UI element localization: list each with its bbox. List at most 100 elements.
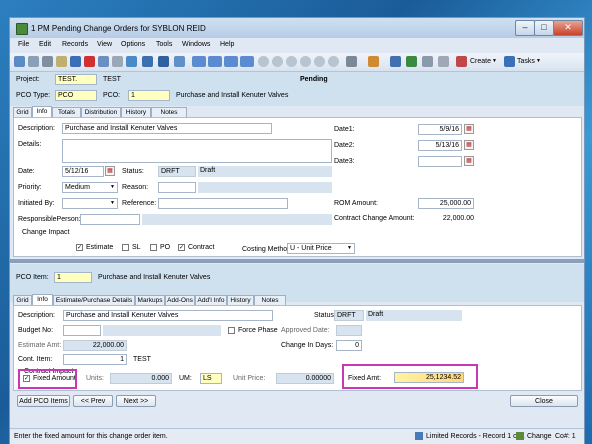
attach-icon[interactable] bbox=[126, 56, 137, 67]
minimize-button[interactable]: – bbox=[515, 20, 535, 36]
paste-icon[interactable] bbox=[112, 56, 123, 67]
menu-tools[interactable]: Tools bbox=[156, 41, 172, 48]
description-field[interactable]: Purchase and Install Kenuter Valves bbox=[62, 123, 272, 134]
date1-field[interactable]: 5/9/16 bbox=[418, 124, 462, 135]
item-status-code[interactable]: DRFT bbox=[334, 310, 364, 321]
splitter[interactable] bbox=[10, 259, 584, 263]
edit-icon[interactable] bbox=[14, 56, 25, 67]
add-pco-items-button[interactable]: Add PCO Items bbox=[17, 395, 70, 407]
preview-icon[interactable] bbox=[158, 56, 169, 67]
reason-field[interactable] bbox=[158, 182, 196, 193]
report-icon[interactable] bbox=[390, 56, 401, 67]
copy-icon[interactable] bbox=[98, 56, 109, 67]
close-button[interactable]: Close bbox=[510, 395, 578, 407]
calendar-icon[interactable]: ▦ bbox=[464, 124, 474, 134]
save-icon[interactable] bbox=[70, 56, 81, 67]
cont-item-description: TEST bbox=[133, 356, 151, 363]
tools-icon[interactable] bbox=[422, 56, 433, 67]
window-icon[interactable] bbox=[192, 56, 206, 67]
tab-markups[interactable]: Markups bbox=[135, 295, 165, 305]
details-field[interactable] bbox=[62, 139, 332, 163]
menu-records[interactable]: Records bbox=[62, 41, 88, 48]
chevron-down-icon[interactable]: ▼ bbox=[492, 58, 497, 64]
tasks-button[interactable]: Tasks bbox=[517, 58, 535, 65]
estimate-checkbox[interactable]: ✓ bbox=[76, 244, 83, 251]
tab-totals[interactable]: Totals bbox=[52, 107, 81, 117]
change-icon bbox=[516, 432, 524, 440]
tab-history[interactable]: History bbox=[227, 295, 254, 305]
close-window-button[interactable]: ✕ bbox=[553, 20, 583, 36]
notes-icon[interactable] bbox=[406, 56, 417, 67]
contract-checkbox[interactable]: ✓ bbox=[178, 244, 185, 251]
tab-add-ons[interactable]: Add-Ons bbox=[165, 295, 195, 305]
date-field[interactable]: 5/12/16 bbox=[62, 166, 104, 177]
menu-file[interactable]: File bbox=[18, 41, 29, 48]
tab-distribution[interactable]: Distribution bbox=[81, 107, 121, 117]
pco-item-field[interactable]: 1 bbox=[54, 272, 92, 283]
create-button[interactable]: Create bbox=[470, 58, 491, 65]
tab-estimate-purchase-details[interactable]: Estimate/Purchase Details bbox=[53, 295, 135, 305]
tab-addl-info[interactable]: Add'l Info bbox=[195, 295, 227, 305]
window-icon[interactable] bbox=[208, 56, 222, 67]
chart-icon[interactable] bbox=[368, 56, 379, 67]
menu-windows[interactable]: Windows bbox=[182, 41, 210, 48]
tab-notes[interactable]: Notes bbox=[254, 295, 286, 305]
responsible-person-field[interactable] bbox=[80, 214, 140, 225]
menu-view[interactable]: View bbox=[97, 41, 112, 48]
prev-record-icon[interactable] bbox=[272, 56, 283, 67]
find-icon[interactable] bbox=[28, 56, 39, 67]
maximize-button[interactable]: □ bbox=[534, 20, 554, 36]
next-button[interactable]: Next >> bbox=[116, 395, 156, 407]
date3-field[interactable] bbox=[418, 156, 462, 167]
first-record-icon[interactable] bbox=[258, 56, 269, 67]
tab-grid[interactable]: Grid bbox=[13, 295, 32, 305]
next-record-icon[interactable] bbox=[286, 56, 297, 67]
force-phase-checkbox[interactable] bbox=[228, 327, 235, 334]
database-icon[interactable] bbox=[42, 56, 53, 67]
item-description-field[interactable]: Purchase and Install Kenuter Valves bbox=[63, 310, 273, 321]
calendar-icon[interactable]: ▦ bbox=[105, 166, 115, 176]
budget-field[interactable] bbox=[63, 325, 101, 336]
print-icon[interactable] bbox=[142, 56, 153, 67]
um-field[interactable]: LS bbox=[200, 373, 222, 384]
menu-help[interactable]: Help bbox=[220, 41, 234, 48]
nav-icon[interactable] bbox=[314, 56, 325, 67]
pco-number-field[interactable]: 1 bbox=[128, 90, 170, 101]
window-icon[interactable] bbox=[240, 56, 254, 67]
nav-icon[interactable] bbox=[328, 56, 339, 67]
sl-checkbox[interactable] bbox=[122, 244, 129, 251]
create-icon[interactable] bbox=[456, 56, 467, 67]
tab-info[interactable]: Info bbox=[32, 294, 53, 305]
last-record-icon[interactable] bbox=[300, 56, 311, 67]
menu-options[interactable]: Options bbox=[121, 41, 145, 48]
chevron-down-icon[interactable]: ▼ bbox=[536, 58, 541, 64]
spell-check-icon[interactable] bbox=[174, 56, 185, 67]
change-in-days-field[interactable]: 0 bbox=[336, 340, 362, 351]
delete-icon[interactable] bbox=[84, 56, 95, 67]
tab-notes[interactable]: Notes bbox=[151, 107, 187, 117]
calendar-icon[interactable]: ▦ bbox=[464, 156, 474, 166]
menu-edit[interactable]: Edit bbox=[39, 41, 51, 48]
po-checkbox[interactable] bbox=[150, 244, 157, 251]
rom-amount-field[interactable]: 25,000.00 bbox=[418, 198, 474, 209]
search-icon[interactable] bbox=[438, 56, 449, 67]
calendar-icon[interactable]: ▦ bbox=[464, 140, 474, 150]
folder-icon[interactable] bbox=[56, 56, 67, 67]
tasks-icon[interactable] bbox=[504, 56, 515, 67]
tab-history[interactable]: History bbox=[121, 107, 151, 117]
reference-field[interactable] bbox=[158, 198, 288, 209]
tab-info[interactable]: Info bbox=[32, 106, 52, 117]
prev-button[interactable]: << Prev bbox=[73, 395, 113, 407]
link-icon[interactable] bbox=[346, 56, 357, 67]
costing-method-select[interactable]: U - Unit Price ▼ bbox=[287, 243, 355, 254]
tab-grid[interactable]: Grid bbox=[13, 107, 32, 117]
pco-type-field[interactable]: PCO bbox=[55, 90, 97, 101]
project-code-field[interactable]: TEST. bbox=[55, 74, 97, 85]
priority-select[interactable]: Medium ▼ bbox=[62, 182, 118, 193]
header-panel: Project: TEST. TEST Pending PCO Type: PC… bbox=[10, 72, 584, 106]
initiated-by-select[interactable]: ▼ bbox=[62, 198, 118, 209]
window-icon[interactable] bbox=[224, 56, 238, 67]
date2-field[interactable]: 5/13/16 bbox=[418, 140, 462, 151]
cont-item-field[interactable]: 1 bbox=[63, 354, 127, 365]
status-code-field[interactable]: DRFT bbox=[158, 166, 196, 177]
